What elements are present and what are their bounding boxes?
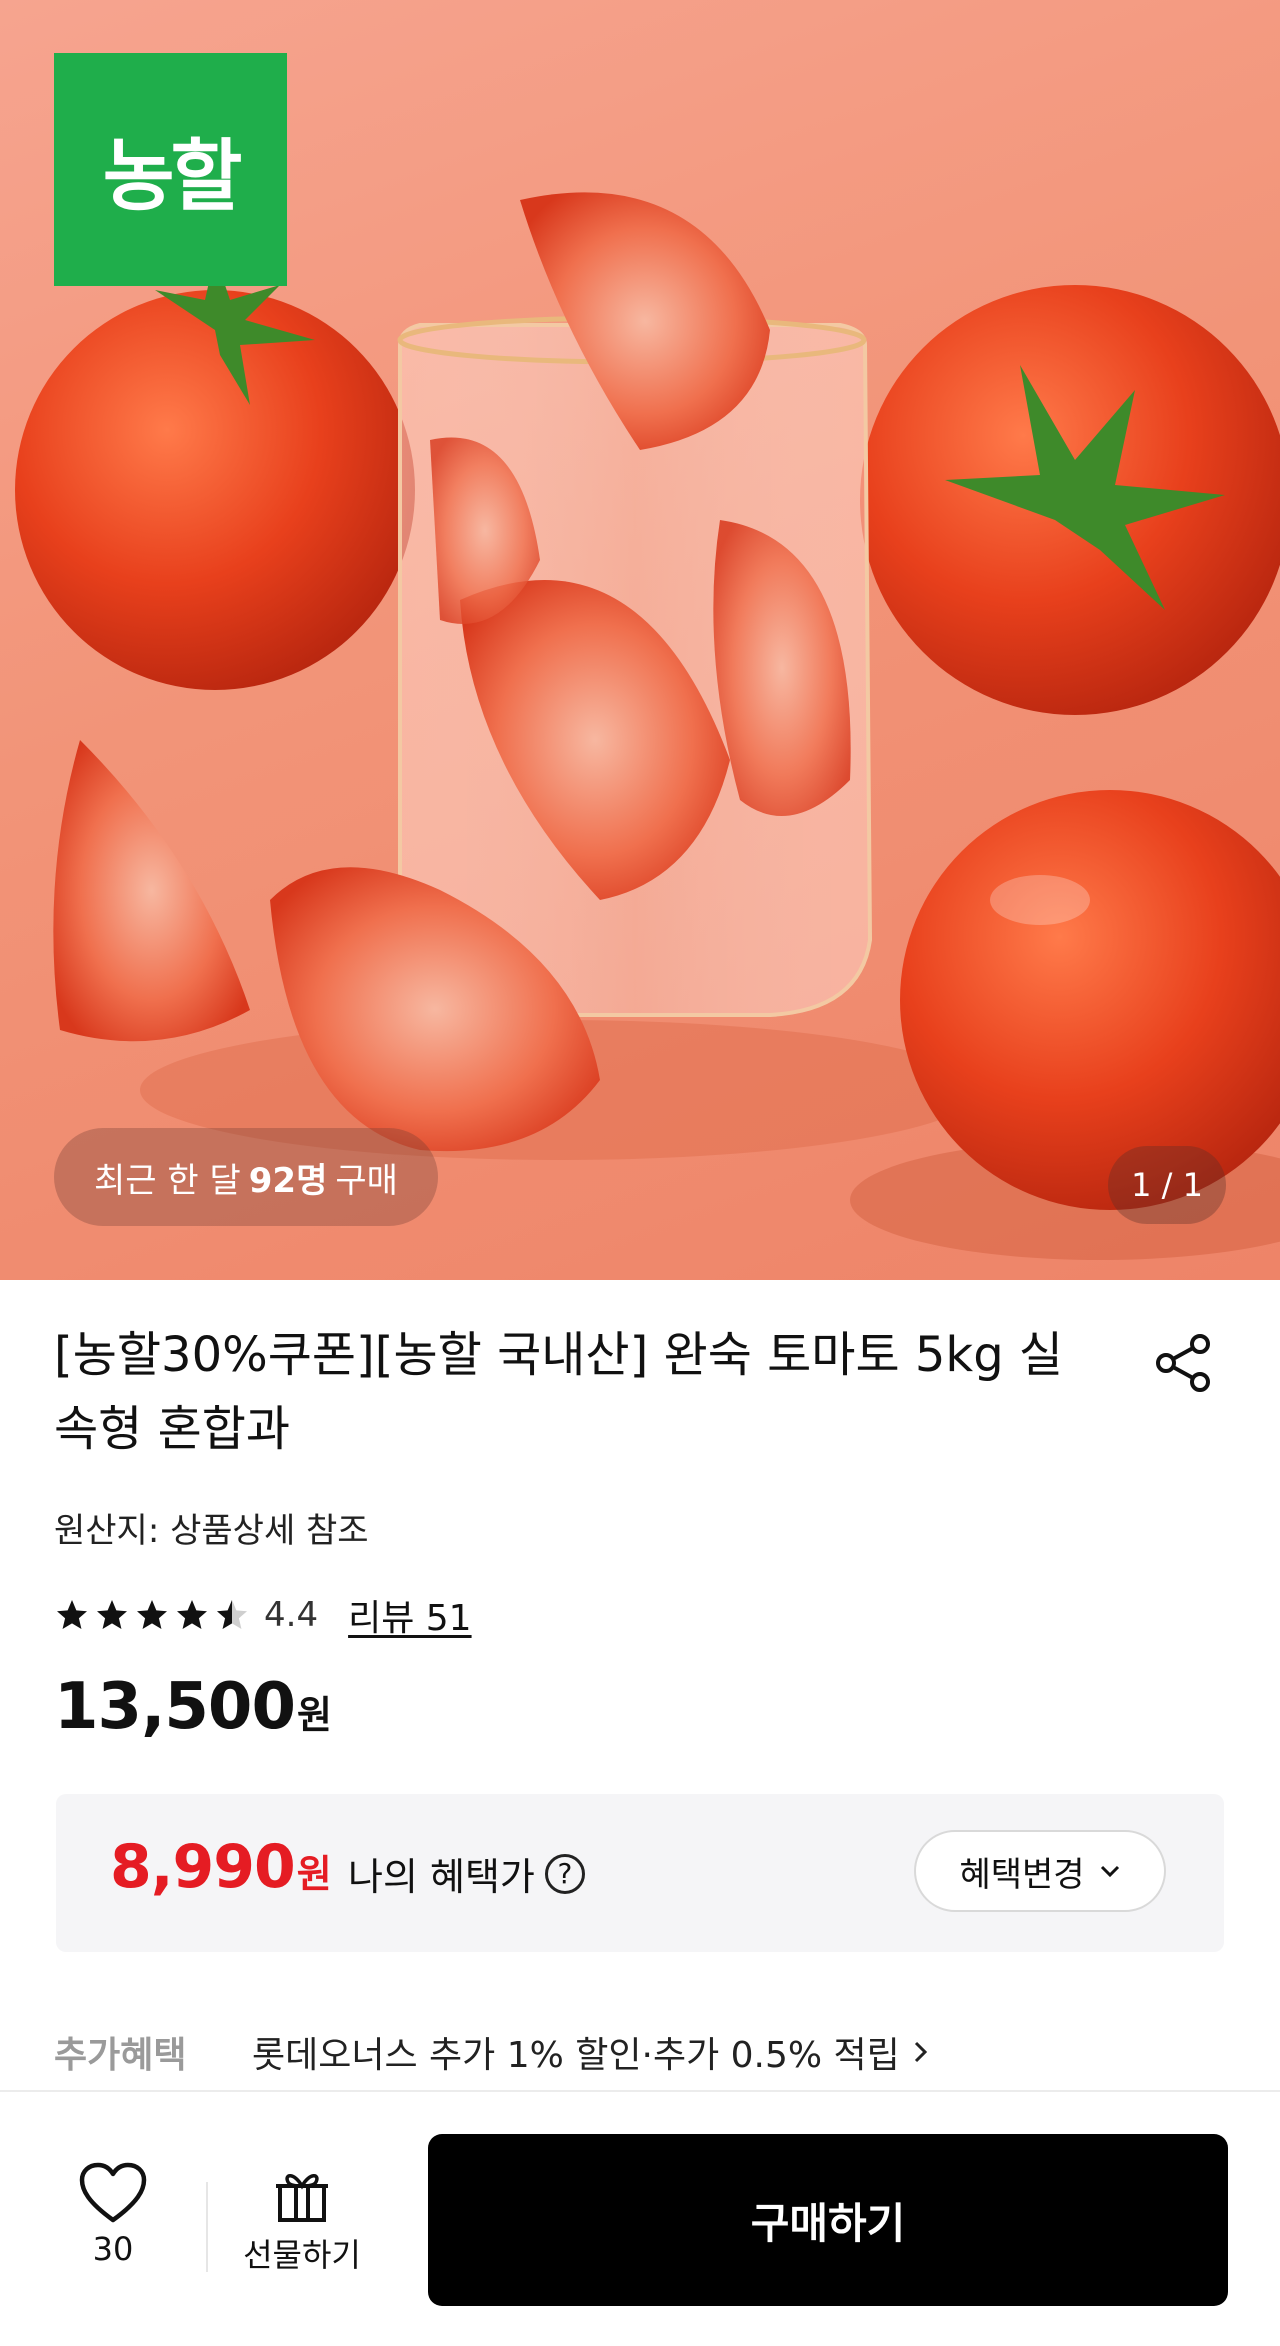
benefit-label-row: 나의 혜택가 ? xyxy=(348,1846,585,1901)
benefit-price-value: 8,990 xyxy=(110,1832,296,1902)
recent-buyers-suffix: 구매 xyxy=(335,1160,398,1201)
extra-benefit-label: 추가혜택 xyxy=(54,2035,187,2076)
star-icon xyxy=(177,1600,207,1629)
product-image[interactable]: 농할 최근 한 달 92명 구매 1 / 1 xyxy=(0,0,1280,1280)
image-counter: 1 / 1 xyxy=(1108,1146,1226,1224)
star-icon xyxy=(97,1600,127,1629)
review-link[interactable]: 리뷰 51 xyxy=(348,1589,472,1641)
like-button[interactable]: 30 xyxy=(72,2162,154,2268)
benefit-label: 나의 혜택가 xyxy=(348,1855,535,1899)
benefit-price-unit: 원 xyxy=(296,1852,332,1896)
brand-logo: 농할 xyxy=(54,53,287,286)
buy-button[interactable]: 구매하기 xyxy=(428,2134,1228,2306)
chevron-right-icon xyxy=(914,2041,927,2063)
extra-benefit-text: 롯데오너스 추가 1% 할인·추가 0.5% 적립 xyxy=(252,2035,900,2076)
original-price: 13,500 원 xyxy=(54,1670,332,1744)
help-icon[interactable]: ? xyxy=(544,1853,585,1894)
like-count: 30 xyxy=(92,2230,134,2268)
benefit-price-box: 8,990 원 나의 혜택가 ? 혜택변경 xyxy=(56,1794,1224,1952)
product-title: [농할30%쿠폰][농할 국내산] 완숙 토마토 5kg 실속형 혼합과 xyxy=(54,1327,1064,1457)
rating-row: 4.4 리뷰 51 xyxy=(54,1590,472,1640)
gift-label: 선물하기 xyxy=(243,2236,361,2274)
recent-buyers-badge: 최근 한 달 92명 구매 xyxy=(54,1128,438,1226)
recent-buyers-count: 92명 xyxy=(248,1160,328,1201)
original-price-unit: 원 xyxy=(296,1693,332,1737)
heart-icon xyxy=(79,2162,147,2223)
rating-stars xyxy=(54,1597,250,1633)
change-benefit-button[interactable]: 혜택변경 xyxy=(914,1830,1166,1912)
rating-value: 4.4 xyxy=(264,1595,319,1635)
original-price-value: 13,500 xyxy=(54,1670,296,1744)
star-icon xyxy=(137,1600,167,1629)
star-half-icon xyxy=(217,1600,247,1629)
chevron-down-icon xyxy=(1100,1865,1119,1878)
gift-button[interactable]: 선물하기 xyxy=(232,2164,372,2276)
star-icon xyxy=(57,1600,87,1629)
extra-benefit-link[interactable]: 롯데오너스 추가 1% 할인·추가 0.5% 적립 xyxy=(252,2026,932,2078)
share-icon[interactable] xyxy=(1152,1330,1218,1396)
recent-buyers-prefix: 최근 한 달 xyxy=(94,1160,241,1201)
divider xyxy=(206,2182,208,2272)
origin-info: 원산지: 상품상세 참조 xyxy=(54,1511,369,1551)
gift-icon xyxy=(276,2174,328,2222)
change-benefit-label: 혜택변경 xyxy=(959,1854,1085,1895)
benefit-price: 8,990 원 xyxy=(110,1832,332,1902)
bottom-action-bar: 30 선물하기 구매하기 xyxy=(0,2090,1280,2346)
